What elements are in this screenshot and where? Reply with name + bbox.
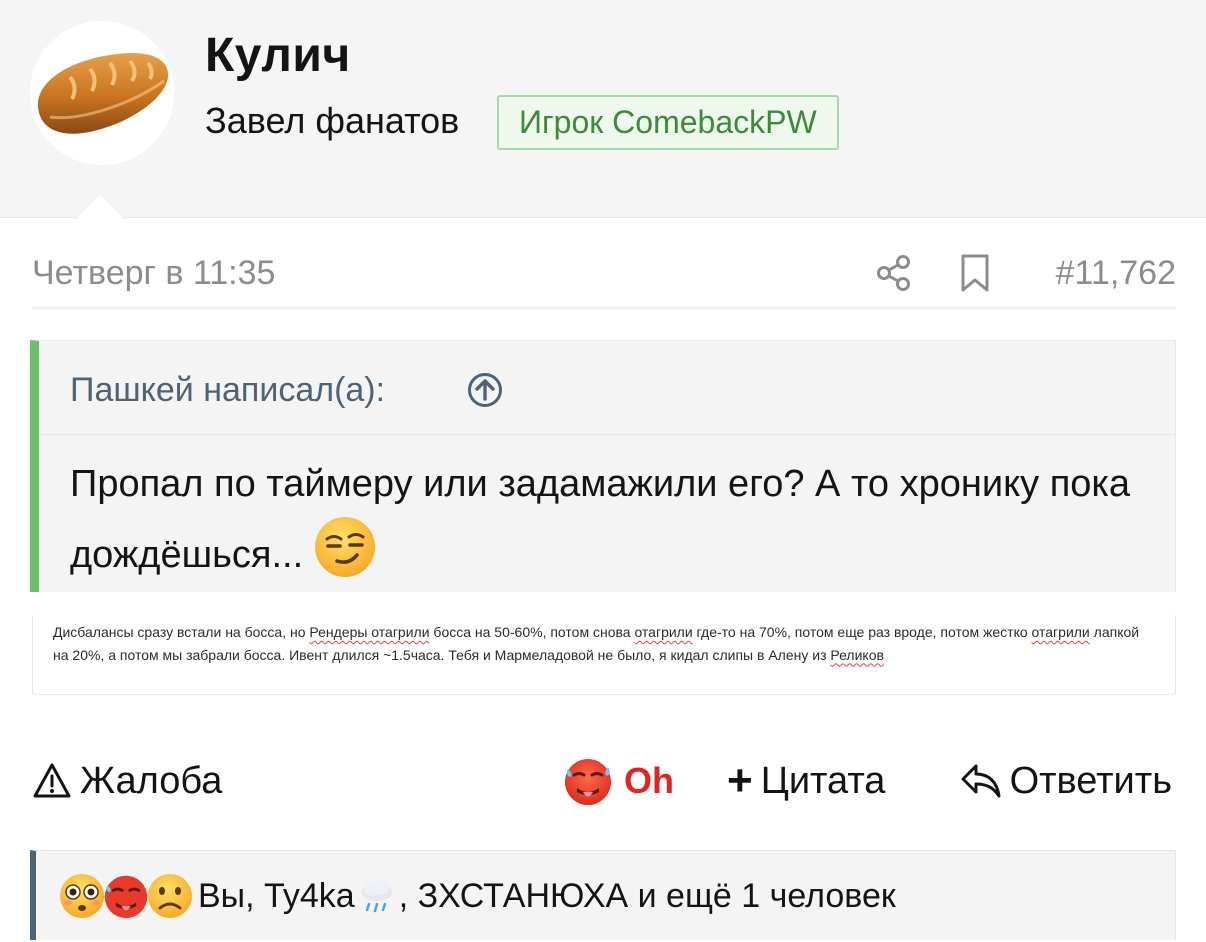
reactions-users-start: Вы, Ty4ka: [198, 876, 355, 915]
attachment-text-segment: босса на 50-60%, потом снова: [429, 624, 635, 640]
quote-header: Пашкей написал(а):: [39, 341, 1175, 435]
reply-label: Ответить: [1009, 759, 1172, 802]
slightly-frowning-face-icon: [148, 874, 192, 918]
post-date[interactable]: Четверг в 11:35: [32, 254, 275, 293]
reactions-icons: [58, 871, 192, 921]
hot-face-icon: [104, 875, 148, 919]
attachment-text-misspelled: Реликов: [830, 646, 884, 663]
attachment-text-misspelled: Рендеры отагрили: [309, 624, 430, 640]
hot-face-icon: [565, 759, 611, 805]
attachment-text-segment: где-то на 70%, потом еще раз вроде, пото…: [692, 624, 1032, 640]
attached-image-text: Дисбалансы сразу встали на босса, но Рен…: [53, 621, 1151, 666]
meta-divider: [32, 307, 1176, 309]
report-label: Жалоба: [80, 759, 223, 802]
attachment-text-segment: Дисбалансы сразу встали на босса, но: [53, 624, 310, 640]
flushed-face-icon: [60, 874, 104, 918]
user-title: Завел фанатов: [205, 100, 460, 141]
attached-image[interactable]: Дисбалансы сразу встали на босса, но Рен…: [32, 615, 1176, 695]
bread-loaf-icon: [30, 21, 174, 165]
quote-text-content: Пропал по таймеру или задамажили его? А …: [70, 463, 1131, 576]
post-number[interactable]: #11,762: [1056, 254, 1176, 293]
reaction-label: Oh: [624, 760, 674, 801]
share-icon[interactable]: [875, 253, 913, 293]
warning-triangle-icon: [33, 763, 71, 798]
reactions-users-end: , ЗХСТАНЮХА и ещё 1 человек: [398, 876, 896, 915]
quote-block: Пашкей написал(а): Пропал по таймеру или…: [30, 340, 1176, 592]
post-header: Кулич Завел фанатов Игрок ComebackPW: [0, 0, 1206, 219]
reply-arrow-icon: [961, 764, 1001, 798]
reactions-summary[interactable]: Вы, Ty4ka , ЗХСТАНЮХА и ещё 1 человек: [30, 850, 1176, 940]
quote-text: Пропал по таймеру или задамажили его? А …: [70, 453, 1135, 586]
quote-author[interactable]: Пашкей написал(а):: [70, 371, 385, 410]
plus-icon: +: [727, 756, 753, 805]
rain-cloud-icon: [361, 879, 392, 913]
reactions-users[interactable]: Вы, Ty4ka , ЗХСТАНЮХА и ещё 1 человек: [198, 876, 896, 916]
user-badge: Игрок ComebackPW: [497, 95, 839, 150]
user-avatar[interactable]: [30, 21, 174, 165]
quote-button[interactable]: + Цитата: [727, 758, 885, 804]
bookmark-icon[interactable]: [958, 253, 992, 293]
username[interactable]: Кулич: [205, 28, 351, 83]
attachment-text-misspelled: отагрили: [1031, 624, 1090, 640]
header-pointer: [76, 195, 124, 219]
reaction-button[interactable]: Oh: [562, 755, 674, 807]
arrow-up-circle-icon[interactable]: [467, 372, 503, 408]
report-button[interactable]: Жалоба: [32, 758, 222, 804]
attachment-text-misspelled: отагрили: [634, 624, 693, 640]
quote-label: Цитата: [760, 759, 886, 802]
reply-button[interactable]: Ответить: [960, 758, 1172, 804]
smirking-face-icon: [315, 517, 376, 577]
